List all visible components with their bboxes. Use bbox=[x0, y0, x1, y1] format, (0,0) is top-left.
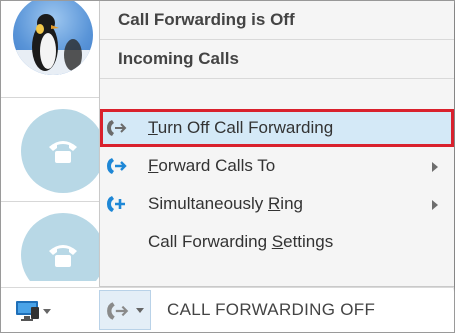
phone-contact-avatar[interactable] bbox=[21, 109, 99, 193]
simultaneous-ring-icon bbox=[107, 196, 125, 212]
contact-list bbox=[1, 1, 99, 281]
submenu-arrow-icon bbox=[432, 200, 438, 210]
menu-item-call-forwarding-settings[interactable]: Call Forwarding Settings bbox=[100, 223, 454, 261]
call-forward-icon bbox=[107, 120, 127, 136]
menu-item-label: Simultaneously Ring bbox=[148, 194, 303, 213]
menu-item-forward-calls-to[interactable]: Forward Calls To bbox=[100, 147, 454, 185]
menu-item-label: Forward Calls To bbox=[148, 156, 276, 175]
menu-section-header: Incoming Calls bbox=[118, 49, 239, 68]
phone-icon bbox=[49, 245, 77, 267]
menu-separator bbox=[100, 78, 454, 79]
menu-status-header: Call Forwarding is Off bbox=[118, 10, 295, 29]
menu-item-turn-off-call-forwarding[interactable]: Turn Off Call Forwarding bbox=[100, 109, 454, 147]
avatar[interactable] bbox=[13, 1, 93, 75]
penguin-image bbox=[13, 14, 93, 75]
chevron-down-icon[interactable] bbox=[43, 309, 51, 314]
call-forwarding-menu: Call Forwarding is Off Incoming Calls Tu… bbox=[99, 1, 454, 287]
menu-item-label: Call Forwarding Settings bbox=[148, 232, 334, 251]
chevron-down-icon bbox=[136, 308, 144, 313]
call-forwarding-status-text: CALL FORWARDING OFF bbox=[167, 300, 376, 319]
call-forward-status-button[interactable] bbox=[99, 290, 151, 330]
phone-contact-avatar[interactable] bbox=[21, 213, 99, 281]
status-bar: CALL FORWARDING OFF bbox=[1, 287, 453, 332]
menu-item-label: Turn Off Call Forwarding bbox=[148, 118, 334, 137]
contact-separator bbox=[1, 201, 99, 202]
forward-arrow-icon bbox=[107, 158, 127, 174]
call-forward-icon bbox=[107, 302, 129, 320]
submenu-arrow-icon bbox=[432, 162, 438, 172]
menu-item-simultaneously-ring[interactable]: Simultaneously Ring bbox=[100, 185, 454, 223]
contact-separator bbox=[1, 97, 99, 98]
phone-icon bbox=[49, 141, 77, 163]
